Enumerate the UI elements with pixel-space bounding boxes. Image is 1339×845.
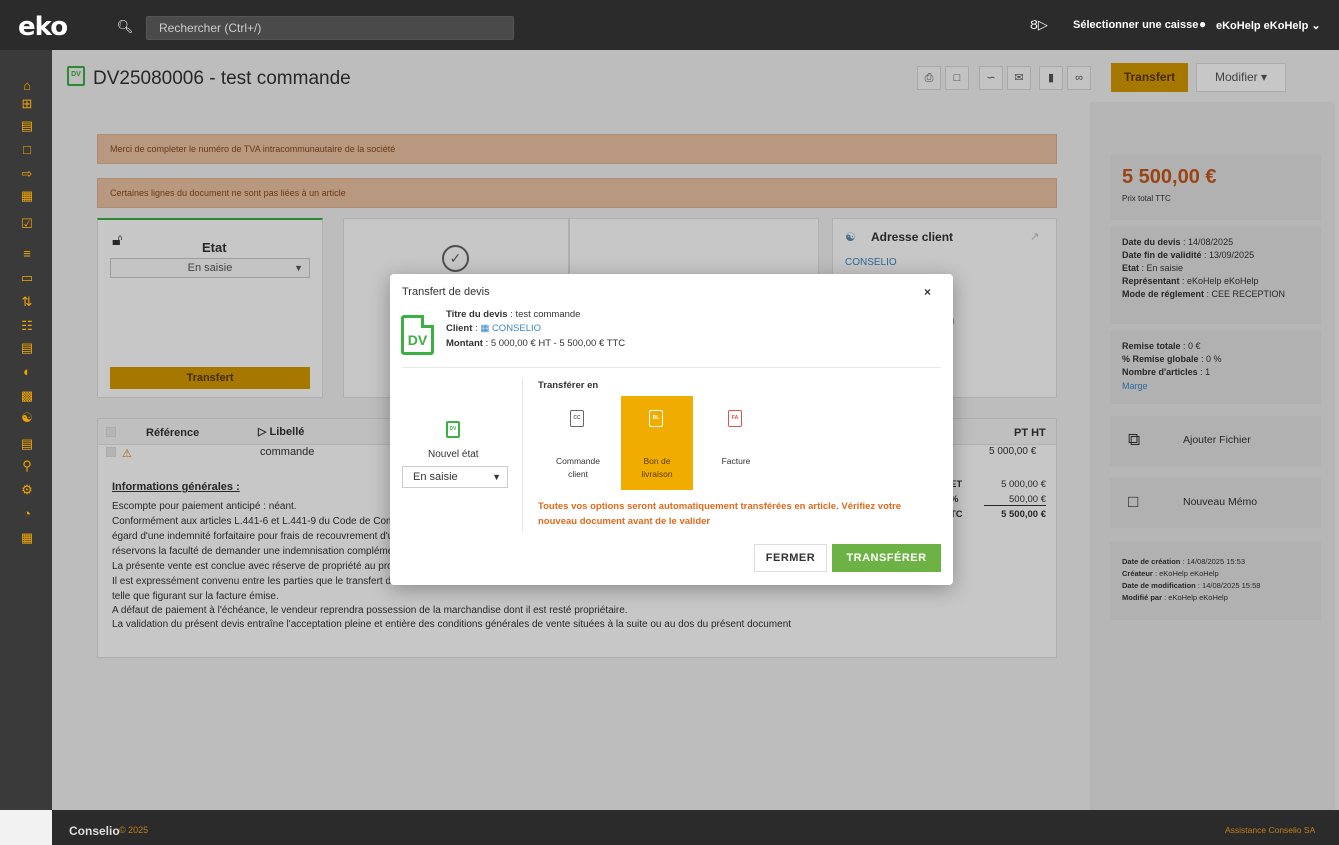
plus-square-icon[interactable]: ⊞ [19, 96, 35, 112]
option-label-line-1: Facture [721, 456, 751, 466]
option-label-line-2: client [568, 469, 588, 479]
file-export-icon[interactable]: ⇨ [19, 166, 35, 182]
user-name: eKoHelp eKoHelp [1216, 20, 1309, 32]
transfer-warning: Toutes vos options seront automatiquemen… [538, 501, 902, 527]
option-label-line-1: Commande [556, 456, 600, 466]
calendar-icon[interactable]: ▦ [19, 188, 35, 204]
modal-titre-label: Titre du devis [446, 309, 508, 320]
calendar-check-icon[interactable]: ☑ [19, 216, 35, 232]
option-label: Commande client [542, 455, 614, 481]
chevron-down-icon: ⌄ [1311, 20, 1321, 32]
bar-chart-icon[interactable]: ▤ [19, 436, 35, 452]
transferer-en-label: Transférer en [538, 380, 599, 391]
tasks-icon[interactable]: ≡ [19, 246, 35, 262]
sitemap-icon[interactable]: ☷ [19, 318, 35, 334]
search-icon[interactable]: 🔍︎ [111, 16, 139, 38]
sort-icon[interactable]: ⇅ [19, 294, 35, 310]
nouvel-etat-value: En saisie [413, 471, 458, 483]
sidebar: ⌂ ⊞ ▤ □ ⇨ ▦ ☑ ≡ ▭ ⇅ ☷ ▤ ◐ ▩ ☯ ▤ ⚲ ⚙ ◔ ▦ [0, 50, 52, 810]
close-icon[interactable]: × [924, 285, 931, 299]
modal-client-link[interactable]: CONSELIO [492, 323, 541, 334]
nouvel-etat-select[interactable]: En saisie ▼ [402, 466, 508, 488]
divider [402, 367, 941, 368]
transferer-button[interactable]: TRANSFÉRER [832, 544, 941, 572]
modal-titre-value: : test commande [507, 309, 581, 320]
search-input[interactable]: Rechercher (Ctrl+/) [146, 16, 514, 40]
modal-montant: Montant : 5 000,00 € HT - 5 500,00 € TTC [446, 338, 625, 349]
option-label: Bon de livraison [621, 455, 693, 481]
fermer-button[interactable]: FERMER [754, 544, 827, 572]
modal-titre: Titre du devis : test commande [446, 309, 580, 320]
pie-chart-icon[interactable]: ◔ [19, 506, 35, 522]
chevron-down-icon: ▼ [492, 472, 501, 482]
new-state-doc-icon: DV [446, 421, 460, 438]
select-caisse-button[interactable]: Sélectionner une caisse [1073, 19, 1198, 31]
cogs-icon[interactable]: ⚙ [19, 482, 35, 498]
file-icon[interactable]: □ [19, 142, 35, 158]
livraison-doc-icon: BL [649, 410, 663, 427]
option-label-line-2: livraison [641, 469, 673, 479]
modal-montant-label: Montant [446, 338, 483, 349]
top-bar: eko 🔍︎ Rechercher (Ctrl+/) Ȣ▷ Sélectionn… [0, 0, 1339, 50]
footer-assistance-link[interactable]: Assistance Conselio SA [1225, 825, 1315, 835]
caisse-icon[interactable]: Ȣ▷ [1030, 17, 1048, 33]
transfer-modal: Transfert de devis × DV Titre du devis :… [390, 274, 953, 585]
modal-title: Transfert de devis [402, 286, 490, 298]
option-commande-client[interactable]: CC Commande client [542, 396, 614, 490]
quote-doc-icon: DV [401, 315, 434, 355]
document-icon[interactable]: ▩ [19, 388, 35, 404]
users-icon[interactable]: ☯ [19, 410, 35, 426]
modal-client-label: Client [446, 323, 473, 334]
nouvel-etat-label: Nouvel état [428, 449, 479, 460]
folder-icon[interactable]: ▭ [19, 270, 35, 286]
divider [522, 378, 523, 532]
option-label: Facture [700, 455, 772, 468]
option-bon-livraison[interactable]: BL Bon de livraison [621, 396, 693, 490]
footer-year: © 2025 [119, 825, 149, 835]
building-icon: ▦ [480, 323, 490, 334]
clock-icon[interactable]: ◐ [19, 364, 35, 380]
home-icon[interactable]: ⌂ [19, 78, 35, 94]
footer: Conselio © 2025 Assistance Conselio SA [52, 810, 1339, 845]
facture-doc-icon: FA [728, 410, 742, 427]
list-icon[interactable]: ▤ [19, 118, 35, 134]
user-icon[interactable]: ● [1199, 17, 1206, 31]
modal-montant-value: : 5 000,00 € HT - 5 500,00 € TTC [482, 338, 626, 349]
option-label-line-1: Bon de [643, 456, 671, 466]
commande-doc-icon: CC [570, 410, 584, 427]
app-logo[interactable]: eko [18, 12, 68, 42]
inbox-icon[interactable]: ▤ [19, 340, 35, 356]
user-menu[interactable]: eKoHelp eKoHelp ⌄ [1216, 19, 1321, 32]
modal-client: Client : ▦ CONSELIO [446, 323, 542, 334]
footer-brand: Conselio [69, 824, 120, 838]
search-icon[interactable]: ⚲ [19, 458, 35, 474]
calculator-icon[interactable]: ▦ [19, 530, 35, 546]
option-facture[interactable]: FA Facture [700, 396, 772, 490]
